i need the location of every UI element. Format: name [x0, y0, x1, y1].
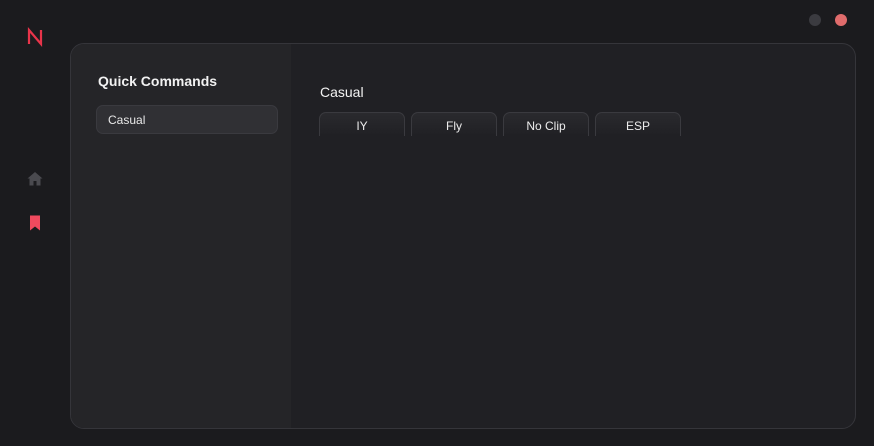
- command-button-iy[interactable]: IY: [319, 112, 405, 136]
- category-item-label: Casual: [108, 113, 146, 127]
- category-item-casual[interactable]: Casual: [96, 105, 278, 134]
- minimize-button[interactable]: [809, 14, 821, 26]
- commands-sidebar: Quick Commands Casual: [71, 44, 291, 428]
- nav-home-button[interactable]: [24, 168, 46, 190]
- command-buttons: IY Fly No Clip ESP: [319, 112, 681, 136]
- home-icon: [27, 172, 43, 186]
- app-window: Quick Commands Casual Casual IY Fly No C…: [0, 0, 874, 446]
- content-title: Casual: [320, 84, 364, 100]
- logo-n-icon: [27, 27, 43, 47]
- nav-bookmark-button[interactable]: [24, 212, 46, 234]
- bookmark-icon: [30, 215, 40, 231]
- app-logo: [24, 26, 46, 48]
- command-button-esp[interactable]: ESP: [595, 112, 681, 136]
- sidebar-title: Quick Commands: [98, 73, 218, 89]
- command-button-no-clip[interactable]: No Clip: [503, 112, 589, 136]
- main-panel: Quick Commands Casual Casual IY Fly No C…: [70, 43, 856, 429]
- command-button-fly[interactable]: Fly: [411, 112, 497, 136]
- close-button[interactable]: [835, 14, 847, 26]
- nav-rail: [0, 0, 70, 446]
